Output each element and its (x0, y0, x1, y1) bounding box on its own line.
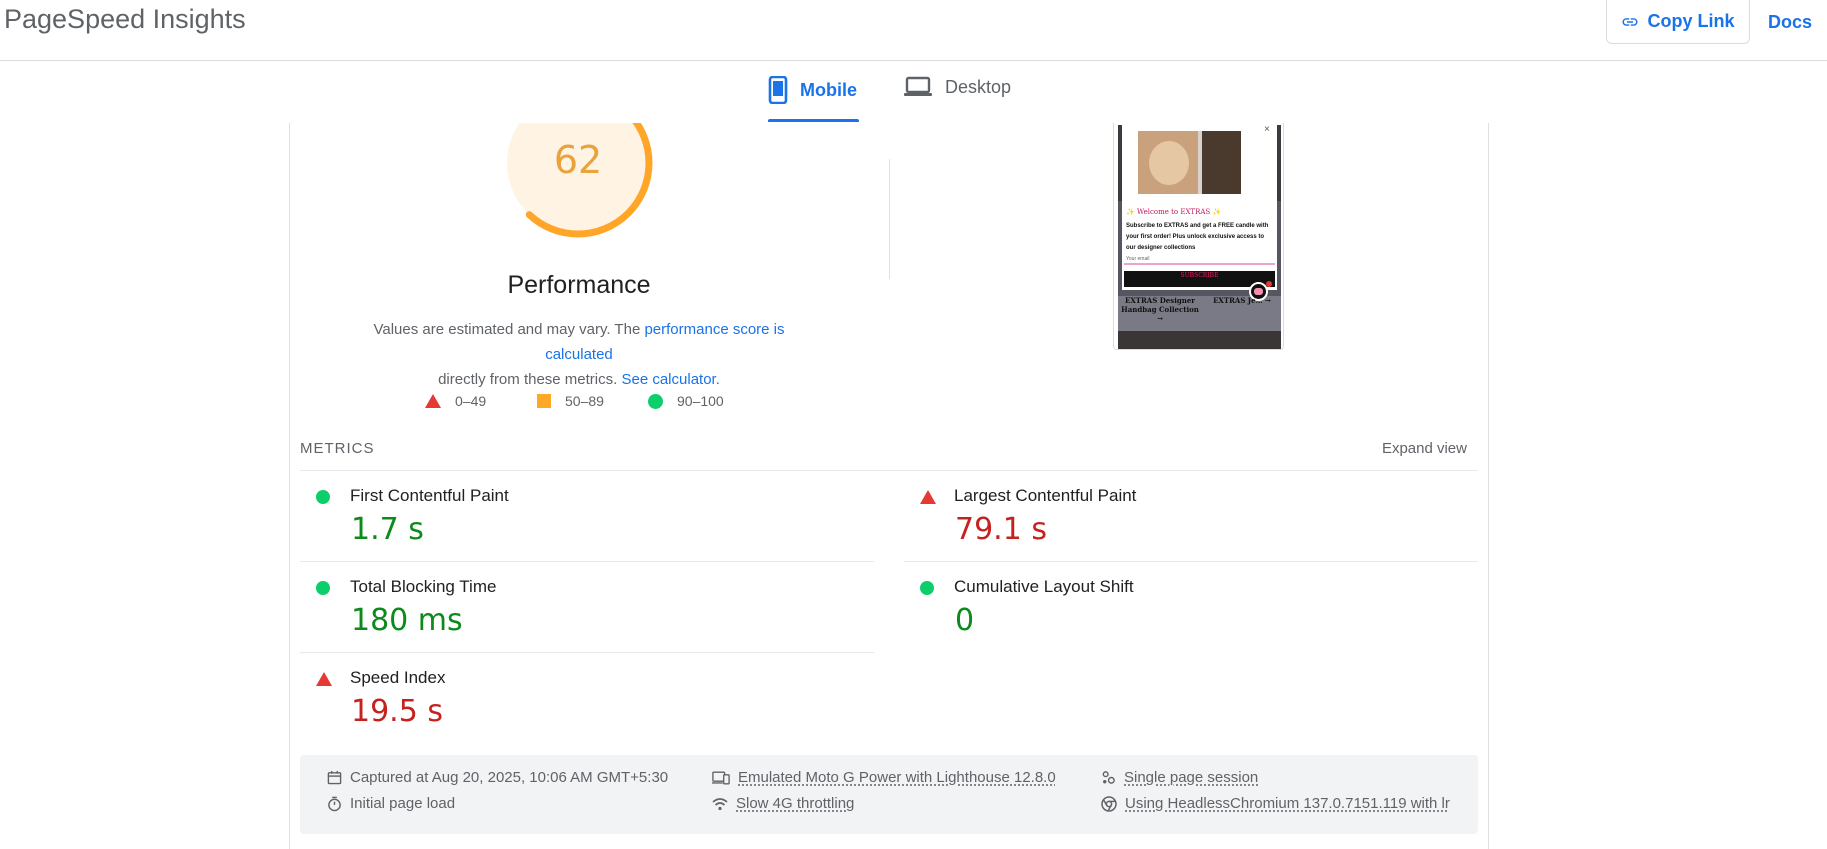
score-legend: 0–49 50–89 90–100 (425, 393, 765, 415)
browser-item[interactable]: Using HeadlessChromium 137.0.7151.119 wi… (1101, 795, 1450, 812)
metric-value: 79.1 s (955, 512, 1047, 547)
legend-average-label: 50–89 (565, 393, 604, 409)
metric-title: Total Blocking Time (350, 577, 497, 596)
section-divider (889, 159, 890, 279)
report-panel: 62 Performance Values are estimated and … (289, 123, 1489, 849)
metrics-top-rule (300, 470, 1478, 471)
see-calculator-link[interactable]: See calculator. (621, 371, 719, 388)
session-item[interactable]: Single page session (1101, 769, 1258, 786)
chrome-icon (1101, 795, 1117, 812)
metric-speed-index[interactable]: Speed Index 19.5 s (300, 654, 874, 744)
circle-icon (316, 581, 330, 595)
legend-fail-label: 0–49 (455, 393, 487, 409)
metric-value: 0 (955, 603, 975, 638)
active-tab-indicator (768, 119, 859, 122)
throttling-text: Slow 4G throttling (736, 795, 855, 812)
initial-load-item: Initial page load (327, 795, 455, 812)
top-header: PageSpeed Insights Copy Link Docs (0, 0, 1827, 61)
tab-desktop[interactable]: Desktop (903, 76, 1011, 98)
popup-close-icon: × (1264, 124, 1270, 135)
collection-right-text: EXTRAS Je… → (1213, 296, 1271, 305)
circle-icon (920, 581, 934, 595)
popup-email-field: Your email (1126, 256, 1150, 262)
performance-description: Values are estimated and may vary. The p… (340, 317, 818, 392)
link-icon (1622, 17, 1638, 26)
expand-view-toggle[interactable]: Expand view (1382, 440, 1467, 457)
captured-at-text: Captured at Aug 20, 2025, 10:06 AM GMT+5… (350, 769, 669, 786)
triangle-icon (425, 394, 441, 408)
circle-icon (316, 490, 330, 504)
popup-body: Subscribe to EXTRAS and get a FREE candl… (1126, 223, 1269, 251)
metric-title: First Contentful Paint (350, 486, 509, 505)
popup-subscribe-button: SUBSCRIBE (1180, 272, 1219, 279)
circle-icon (648, 393, 663, 409)
stopwatch-icon (328, 796, 341, 811)
triangle-icon (920, 490, 936, 504)
metric-total-blocking-time[interactable]: Total Blocking Time 180 ms (300, 563, 874, 653)
session-icon (1102, 771, 1115, 784)
metric-largest-contentful-paint[interactable]: Largest Contentful Paint 79.1 s (904, 472, 1478, 562)
metrics-section-label: METRICS (300, 440, 375, 457)
tab-mobile[interactable]: Mobile (768, 76, 857, 104)
metric-value: 180 ms (351, 603, 463, 638)
metric-first-contentful-paint[interactable]: First Contentful Paint 1.7 s (300, 472, 874, 562)
device-item[interactable]: Emulated Moto G Power with Lighthouse 12… (712, 769, 1056, 786)
runtime-settings: Captured at Aug 20, 2025, 10:06 AM GMT+5… (300, 755, 1478, 834)
device-text: Emulated Moto G Power with Lighthouse 12… (738, 769, 1056, 786)
initial-load-text: Initial page load (350, 795, 456, 812)
app-title: PageSpeed Insights (4, 4, 246, 34)
metric-cumulative-layout-shift[interactable]: Cumulative Layout Shift 0 (904, 563, 1478, 653)
metric-title: Largest Contentful Paint (954, 486, 1137, 505)
legend-pass-label: 90–100 (677, 393, 724, 409)
metric-value: 19.5 s (351, 694, 443, 729)
captured-at-item: Captured at Aug 20, 2025, 10:06 AM GMT+5… (327, 769, 668, 786)
metric-value: 1.7 s (351, 512, 424, 547)
performance-score: 62 (553, 138, 603, 182)
performance-gauge: 62 (503, 123, 653, 238)
triangle-icon (316, 672, 332, 686)
devices-icon (712, 770, 730, 785)
collection-left-text: EXTRAS Designer Handbag Collection → (1121, 296, 1199, 323)
laptop-icon (904, 76, 932, 96)
performance-title: Performance (507, 271, 651, 299)
tab-mobile-label: Mobile (800, 79, 857, 100)
phone-icon (768, 76, 788, 104)
copy-link-label: Copy Link (1647, 11, 1735, 31)
popup-welcome: ✨ Welcome to EXTRAS ✨ (1126, 208, 1222, 216)
metric-title: Cumulative Layout Shift (954, 577, 1134, 596)
legend-fail: 0–49 (425, 393, 486, 409)
legend-average: 50–89 (537, 393, 604, 409)
copy-link-button[interactable]: Copy Link (1606, 0, 1750, 44)
calendar-icon (327, 770, 342, 785)
notification-dot (1266, 281, 1272, 287)
throttling-item[interactable]: Slow 4G throttling (712, 795, 854, 812)
tab-desktop-label: Desktop (945, 76, 1012, 97)
wifi-icon (712, 797, 728, 810)
metric-title: Speed Index (350, 668, 446, 687)
desc-text-2: directly from these metrics. (438, 371, 618, 388)
session-text: Single page session (1124, 769, 1259, 786)
square-icon (537, 394, 551, 408)
browser-text: Using HeadlessChromium 137.0.7151.119 wi… (1125, 795, 1450, 812)
device-tabs: Mobile Desktop (0, 61, 1827, 123)
final-screenshot: × ✨ Welcome to EXTRAS ✨ Subscribe to EXT… (1113, 123, 1284, 350)
legend-pass: 90–100 (648, 393, 724, 409)
docs-link[interactable]: Docs (1768, 12, 1812, 33)
desc-text-1: Values are estimated and may vary. The (373, 321, 645, 338)
